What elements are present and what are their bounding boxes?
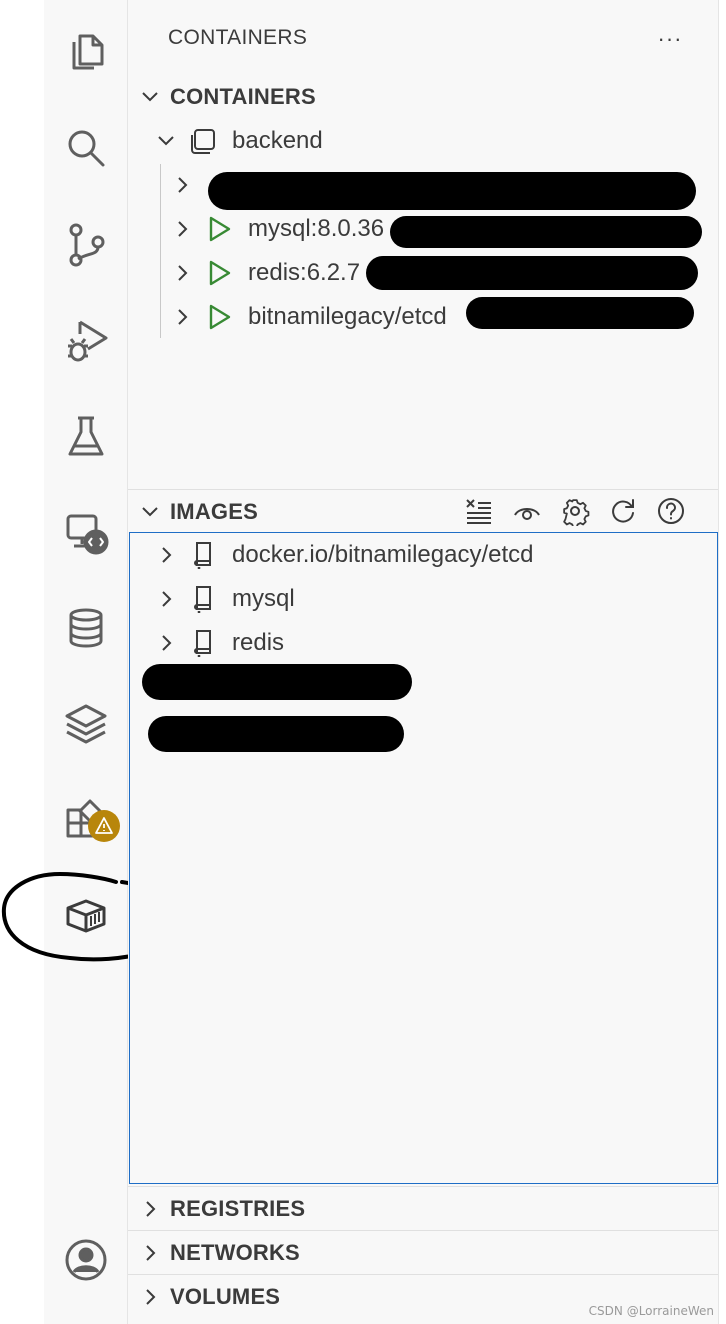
image-repository-icon: [188, 540, 218, 570]
chevron-down-icon: [154, 129, 178, 153]
remote-explorer-icon[interactable]: [52, 498, 120, 566]
registries-section-header[interactable]: REGISTRIES: [128, 1187, 718, 1231]
chevron-right-icon: [130, 1285, 170, 1309]
chevron-right-icon: [170, 261, 194, 285]
images-toolbar: [462, 490, 688, 532]
eye-icon[interactable]: [510, 494, 544, 528]
container-group-backend[interactable]: backend: [154, 119, 323, 163]
chevron-right-icon: [170, 173, 194, 197]
redaction-mark: [148, 716, 404, 752]
database-icon[interactable]: [52, 594, 120, 662]
chevron-right-icon: [170, 217, 194, 241]
container-item[interactable]: redis:6.2.7: [170, 251, 360, 295]
docker-sidebar: CONTAINERS ··· CONTAINERS backend mysql:…: [128, 0, 726, 1324]
chevron-right-icon: [170, 305, 194, 329]
networks-section-title: NETWORKS: [170, 1240, 300, 1265]
chevron-right-icon: [154, 587, 178, 611]
extensions-icon[interactable]: [52, 786, 120, 854]
more-actions-button[interactable]: ···: [653, 22, 687, 56]
search-icon[interactable]: [52, 114, 120, 182]
chevron-down-icon: [130, 85, 170, 109]
container-label: redis:6.2.7: [248, 259, 361, 286]
container-label: bitnamilegacy/etcd: [248, 303, 447, 330]
activity-bar: [44, 0, 128, 1324]
layers-icon[interactable]: [52, 690, 120, 758]
registries-section-title: REGISTRIES: [170, 1196, 306, 1221]
watermark: CSDN @LorraineWen: [588, 1304, 714, 1318]
run-debug-icon[interactable]: [52, 306, 120, 374]
container-item[interactable]: bitnamilegacy/etcd: [170, 295, 447, 339]
testing-icon[interactable]: [52, 402, 120, 470]
sidebar-title: CONTAINERS: [168, 26, 308, 49]
chevron-right-icon: [154, 631, 178, 655]
chevron-right-icon: [130, 1241, 170, 1265]
warning-badge-icon: [88, 810, 120, 842]
image-item[interactable]: docker.io/bitnamilegacy/etcd: [154, 533, 534, 577]
images-section-title: IMAGES: [170, 499, 258, 524]
redaction-mark: [466, 297, 694, 329]
redaction-mark: [390, 216, 702, 248]
help-icon[interactable]: [654, 494, 688, 528]
running-play-icon: [204, 302, 234, 332]
editor-edge: [718, 0, 726, 1324]
image-label: docker.io/bitnamilegacy/etcd: [232, 541, 534, 568]
indent-guide: [160, 164, 161, 338]
redaction-mark: [142, 664, 412, 700]
volumes-section-title: VOLUMES: [170, 1284, 281, 1309]
chevron-right-icon: [154, 543, 178, 567]
container-item[interactable]: mysql:8.0.36: [170, 207, 384, 251]
image-repository-icon: [188, 628, 218, 658]
networks-section-header[interactable]: NETWORKS: [128, 1231, 718, 1275]
image-label: mysql: [232, 585, 295, 612]
account-icon[interactable]: [52, 1226, 120, 1294]
redaction-mark: [208, 172, 696, 210]
image-item[interactable]: redis: [154, 621, 284, 665]
chevron-down-icon: [130, 500, 170, 524]
source-control-icon[interactable]: [52, 210, 120, 278]
running-play-icon: [204, 258, 234, 288]
container-label: mysql:8.0.36: [248, 215, 385, 242]
containers-section-title: CONTAINERS: [170, 84, 316, 109]
redaction-mark: [366, 256, 698, 290]
chevron-right-icon: [130, 1197, 170, 1221]
clear-list-icon[interactable]: [462, 494, 496, 528]
containers-section-header[interactable]: CONTAINERS: [128, 75, 718, 119]
running-play-icon: [204, 214, 234, 244]
refresh-icon[interactable]: [606, 494, 640, 528]
gear-icon[interactable]: [558, 494, 592, 528]
image-item[interactable]: mysql: [154, 577, 295, 621]
group-label: backend: [232, 127, 323, 154]
image-label: redis: [232, 629, 285, 656]
explorer-icon[interactable]: [52, 18, 120, 86]
compose-group-icon: [188, 126, 218, 156]
image-repository-icon: [188, 584, 218, 614]
